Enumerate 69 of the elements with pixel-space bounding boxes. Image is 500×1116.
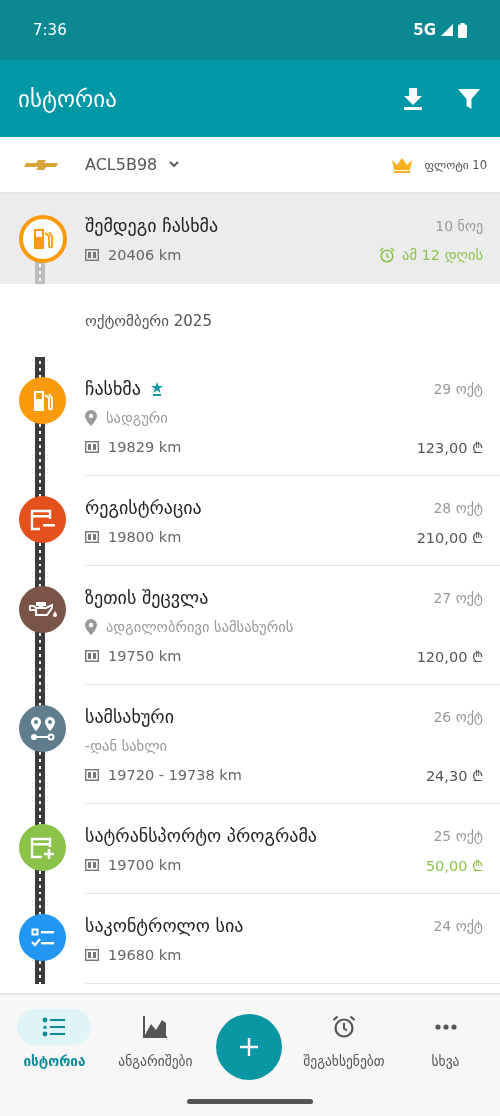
screen-title: ისტორია (18, 85, 117, 112)
chevron-down-icon (169, 161, 180, 168)
more-icon (434, 1024, 457, 1030)
alarm-clock-icon (331, 1015, 356, 1039)
crown-icon (392, 156, 413, 173)
entry-date: 27 ოქტ (433, 589, 483, 606)
history-entry[interactable]: ჩასხმა 29 ოქტ სადგური 19829 km 123,00 ₾ (0, 357, 500, 476)
entry-title: სამსახური (85, 706, 174, 727)
chart-icon (143, 1016, 168, 1038)
network-type: 5G (413, 21, 436, 39)
odometer-reading: 19829 km (108, 438, 182, 455)
due-in-days: ამ 12 დღის (402, 246, 483, 263)
odometer-icon (85, 248, 99, 261)
odometer-icon (85, 440, 99, 453)
location-pin-icon (85, 618, 97, 635)
entry-date: 24 ოქტ (433, 917, 483, 934)
entry-date: 26 ოქტ (433, 708, 483, 725)
nav-tab[interactable]: სხვა (405, 1009, 486, 1069)
battery-icon (458, 22, 467, 38)
odometer-reading: 19800 km (108, 528, 182, 545)
fleet-label: ფლოტი 10 (424, 157, 487, 172)
entry-amount: 210,00 ₾ (416, 528, 483, 547)
nav-tab[interactable]: შეგახსენებთ (303, 1009, 385, 1069)
entry-amount: 24,30 ₾ (425, 766, 483, 785)
nav-tab[interactable]: ანგარიშები (115, 1009, 196, 1069)
odometer-icon (85, 948, 99, 961)
plus-icon (239, 1037, 260, 1057)
entry-title: ზეთის შეცვლა (85, 587, 209, 608)
entry-title: შემდეგი ჩასხმა (85, 215, 219, 236)
entry-date: 25 ოქტ (433, 827, 483, 844)
filter-icon[interactable] (458, 88, 480, 109)
entry-title: რეგისტრაცია (85, 497, 202, 518)
location-pin-icon (85, 409, 97, 426)
bowtie-logo-icon (24, 158, 60, 171)
odometer-icon (85, 858, 99, 871)
odometer-reading: 19680 km (108, 946, 182, 963)
entry-route: -დან სახლი (85, 737, 168, 754)
history-entry[interactable]: რეგისტრაცია 28 ოქტ 19800 km 210,00 ₾ (0, 476, 500, 566)
alarm-clock-icon (379, 246, 396, 263)
list-icon (42, 1017, 67, 1037)
odometer-icon (85, 649, 99, 662)
history-entry[interactable]: საკონტროლო სია 24 ოქტ 19680 km (0, 894, 500, 984)
entry-date: 29 ოქტ (433, 380, 483, 397)
entry-title: ჩასხმა (85, 378, 141, 399)
download-icon[interactable] (403, 87, 423, 110)
odometer-icon (85, 530, 99, 543)
fuel-pump-icon (18, 215, 67, 263)
clock-time: 7:36 (33, 21, 67, 39)
entry-date: 28 ოქტ (433, 499, 483, 516)
entry-title: საკონტროლო სია (85, 915, 244, 936)
vehicle-selector[interactable]: ACL5B98 (85, 155, 180, 174)
entry-location: სადგური (106, 409, 168, 426)
history-entry[interactable]: ზეთის შეცვლა 27 ოქტ ადგილობრივი სამსახურის 19750 km 120,00 ₾ (0, 566, 500, 685)
entry-title: სატრანსპორტო პროგრამა (85, 825, 317, 846)
month-header: ოქტომბერი 2025 (85, 311, 212, 330)
history-entry[interactable]: სამსახური 26 ოქტ -დან სახლი 19720 - 19738 km 24,30 ₾ (0, 685, 500, 804)
odometer-icon (85, 768, 99, 781)
entry-amount: 120,00 ₾ (416, 647, 483, 666)
upcoming-entry[interactable]: შემდეგი ჩასხმა 10 ნოე 20406 km ამ 12 დღის (0, 194, 500, 284)
signal-icon (440, 23, 454, 37)
entry-location: ადგილობრივი სამსახურის (106, 618, 294, 635)
history-entry[interactable]: სატრანსპორტო პროგრამა 25 ოქტ 19700 km 50,00 ₾ (0, 804, 500, 894)
entry-amount: 123,00 ₾ (416, 438, 483, 457)
odometer-reading: 19700 km (108, 856, 182, 873)
entry-date: 10 ნოე (435, 217, 483, 234)
odometer-reading: 19720 - 19738 km (108, 766, 242, 783)
odometer-reading: 19750 km (108, 647, 182, 664)
odometer-reading: 20406 km (108, 246, 182, 263)
entry-amount: 50,00 ₾ (425, 856, 483, 875)
